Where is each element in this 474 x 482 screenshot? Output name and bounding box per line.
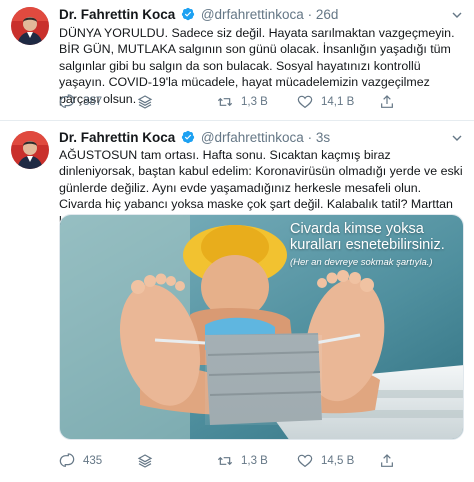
reply-button[interactable]: 435	[59, 452, 102, 470]
author-name[interactable]: Dr. Fahrettin Koca	[59, 130, 175, 145]
tweet-timestamp[interactable]: 26d	[316, 7, 339, 22]
avatar[interactable]	[11, 7, 49, 45]
reply-button[interactable]: 387	[59, 93, 102, 111]
reply-icon	[59, 94, 75, 108]
reply-icon	[59, 453, 75, 467]
chevron-down-icon[interactable]	[452, 10, 462, 20]
retweet-count: 1,3 B	[241, 96, 268, 108]
reply-count: 435	[83, 455, 103, 467]
like-button[interactable]: 14,5 B	[297, 452, 354, 470]
tweet[interactable]: Dr. Fahrettin Koca @drfahrettinkoca · 26…	[0, 0, 474, 121]
tweet-image[interactable]: Civarda kimse yoksa kuralları esnetebili…	[59, 214, 464, 440]
chevron-down-icon[interactable]	[452, 133, 462, 143]
retweet-button[interactable]: 1,3 B	[217, 93, 268, 111]
separator-dot: ·	[307, 130, 313, 145]
tweet-actions: 387 1,3 B 14,1 B	[59, 93, 463, 111]
share-button[interactable]	[379, 452, 403, 470]
separator-dot: ·	[307, 7, 313, 22]
retweet-icon	[217, 456, 233, 466]
retweet-button[interactable]: 1,3 B	[217, 452, 268, 470]
retweet-icon	[217, 97, 233, 107]
image-caption: Civarda kimse yoksa kuralları esnetebili…	[290, 221, 445, 253]
tweet-header: Dr. Fahrettin Koca @drfahrettinkoca · 3s	[59, 130, 330, 146]
image-subcaption: (Her an devreye sokmak şartıyla.)	[290, 257, 433, 268]
layers-icon	[137, 454, 153, 468]
tweet[interactable]: Dr. Fahrettin Koca @drfahrettinkoca · 3s…	[0, 121, 474, 482]
author-handle[interactable]: @drfahrettinkoca	[201, 7, 304, 22]
heart-icon	[297, 454, 313, 468]
share-icon	[381, 95, 393, 108]
tweet-timestamp[interactable]: 3s	[316, 130, 330, 145]
like-count: 14,5 B	[321, 455, 355, 467]
layers-icon	[137, 95, 153, 109]
tweet-actions: 435 1,3 B 14,5 B	[59, 452, 463, 470]
verified-badge-icon	[181, 7, 195, 21]
thread-button[interactable]	[137, 93, 161, 111]
share-icon	[381, 454, 393, 467]
share-button[interactable]	[379, 93, 403, 111]
heart-icon	[297, 95, 313, 109]
verified-badge-icon	[181, 130, 195, 144]
like-count: 14,1 B	[321, 96, 355, 108]
thread-button[interactable]	[137, 452, 161, 470]
reply-count: 387	[83, 96, 103, 108]
like-button[interactable]: 14,1 B	[297, 93, 354, 111]
avatar[interactable]	[11, 131, 49, 169]
tweet-header: Dr. Fahrettin Koca @drfahrettinkoca · 26…	[59, 7, 338, 23]
author-handle[interactable]: @drfahrettinkoca	[201, 130, 304, 145]
retweet-count: 1,3 B	[241, 455, 268, 467]
author-name[interactable]: Dr. Fahrettin Koca	[59, 7, 175, 22]
